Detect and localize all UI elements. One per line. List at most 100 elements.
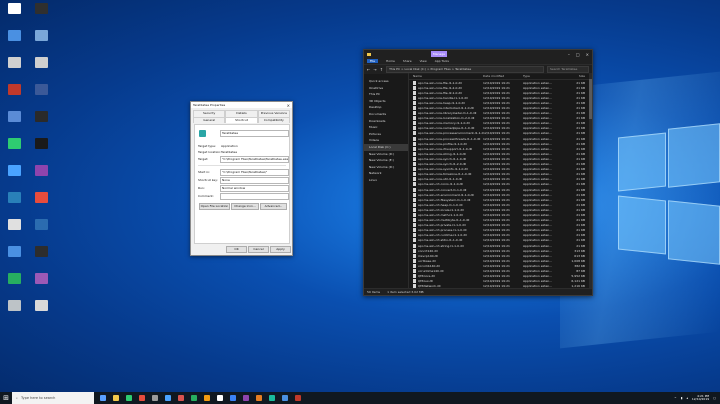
file-row[interactable]: api-ms-win-crt-filesystem-l1-1-0.dll 12/1… [409,197,592,202]
file-row[interactable]: api-ms-win-core-handle-l1-1-0.dll 12/10/2… [409,95,592,100]
file-row[interactable]: api-ms-win-core-namedpipe-l1-1-0.dll 12/1… [409,126,592,131]
file-row[interactable]: api-ms-win-core-rtlsupport-l1-1-0.dll 12/… [409,146,592,151]
start-button[interactable]: ⊞ [0,392,12,404]
desktop-icon[interactable] [0,84,28,96]
ok-button[interactable]: OK [226,246,247,253]
chevron-up-icon[interactable]: ^ [674,396,677,400]
file-row[interactable]: api-ms-win-crt-conio-l1-1-0.dll 12/10/201… [409,182,592,187]
file-row[interactable]: api-ms-win-crt-heap-l1-1-0.dll 12/10/2019… [409,202,592,207]
taskbar-app-icon[interactable] [243,395,249,401]
network-icon[interactable]: ▮ [681,396,683,400]
file-row[interactable]: api-ms-win-crt-runtime-l1-1-0.dll 12/10/2… [409,233,592,238]
file-row[interactable]: api-ms-win-crt-math-l1-1-0.dll 12/10/2019… [409,212,592,217]
taskbar-app-icon[interactable] [256,395,262,401]
name-field[interactable]: TeraDiatee [220,130,289,137]
file-row[interactable]: api-ms-win-core-processthreads-l1-1-0.dl… [409,136,592,141]
file-row[interactable]: api-ms-win-crt-environment-l1-1-0.dll 12/… [409,192,592,197]
file-row[interactable]: api-ms-win-core-processenvironment-l1-1-… [409,131,592,136]
taskbar-app-icon[interactable] [217,395,223,401]
nav-item[interactable]: New Volume (E:) [364,157,408,164]
ribbon-tab-share[interactable]: Share [403,59,412,63]
desktop-icon[interactable] [27,138,55,150]
taskbar-search[interactable]: ⌕ Type here to search [12,392,94,404]
nav-item[interactable]: Documents [364,111,408,118]
nav-item[interactable]: Linux [364,177,408,184]
start-in-field[interactable]: "C:\Program Files\TeraDiatee\" [220,169,289,176]
nav-item[interactable]: New Volume (D:) [364,151,408,158]
volume-icon[interactable]: ◂ [686,396,688,400]
desktop-icon[interactable] [0,219,28,231]
nav-item[interactable]: 3D Objects [364,98,408,105]
file-row[interactable]: api-ms-win-core-synch-l1-1-0.dll 12/10/20… [409,156,592,161]
open-file-location-button[interactable]: Open File Location [199,203,230,210]
desktop-icon[interactable] [27,165,55,177]
up-icon[interactable]: ↑ [380,67,383,72]
column-name[interactable]: Name [409,74,483,78]
file-row[interactable]: ucrtbase.dll 12/10/2019 19:21 Application … [409,258,592,263]
file-row[interactable]: api-ms-win-crt-string-l1-1-0.dll 12/10/20… [409,243,592,248]
file-row[interactable]: api-ms-win-crt-process-l1-1-0.dll 12/10/2… [409,228,592,233]
desktop-icon[interactable] [27,57,55,69]
desktop-icon[interactable] [0,57,28,69]
column-size[interactable]: Size [561,74,585,78]
nav-item[interactable]: Network [364,170,408,177]
nav-item[interactable]: This PC [364,91,408,98]
file-row[interactable]: api-ms-win-core-profile-l1-1-0.dll 12/10/… [409,141,592,146]
address-bar[interactable]: This PC > Local Disk (C:) > Program File… [386,66,544,73]
taskbar-app-icon[interactable] [269,395,275,401]
taskbar-app-icon[interactable] [230,395,236,401]
change-icon-button[interactable]: Change Icon... [231,203,259,210]
desktop-icon[interactable] [27,192,55,204]
file-row[interactable]: api-ms-win-core-interlocked-l1-1-0.dll 12… [409,105,592,111]
file-row[interactable]: api-ms-win-core-timezone-l1-1-0.dll 12/10… [409,172,592,177]
scrollbar-thumb[interactable] [589,79,592,119]
nav-item[interactable]: OneDrive [364,85,408,92]
target-field[interactable]: "C:\Program Files\TeraDiatee\TeraDiatee.… [220,156,289,163]
file-row[interactable]: api-ms-win-core-sysinfo-l1-1-0.dll 12/10/… [409,167,592,172]
file-row[interactable]: api-ms-win-core-libraryloader-l1-1-0.dll… [409,111,592,116]
desktop-icon[interactable] [27,111,55,123]
taskbar-app-icon[interactable] [152,395,158,401]
desktop-icon[interactable] [27,273,55,285]
shortcut-key-field[interactable]: None [220,177,289,184]
desktop-icon[interactable] [27,3,55,15]
desktop-icon[interactable] [27,246,55,258]
nav-item[interactable]: Quick access [364,78,408,85]
file-row[interactable]: vccorlib140.dll 12/10/2019 19:21 Applicati… [409,263,592,268]
back-icon[interactable]: ← [367,67,370,72]
file-row[interactable]: api-ms-win-crt-private-l1-1-0.dll 12/10/2… [409,223,592,228]
file-row[interactable]: api-ms-win-crt-multibyte-l1-1-0.dll 12/10… [409,218,592,223]
scrollbar[interactable] [589,73,592,289]
notifications-icon[interactable]: ▢ [713,396,716,400]
nav-item[interactable]: Desktop [364,104,408,111]
nav-item[interactable]: Pictures [364,131,408,138]
file-row[interactable]: msvcp140.dll 12/10/2019 19:21 Application … [409,253,592,258]
desktop-icon[interactable] [27,219,55,231]
taskbar-app-icon[interactable] [126,395,132,401]
ribbon-tab-home[interactable]: Home [386,59,395,63]
nav-item[interactable]: Music [364,124,408,131]
advanced-button[interactable]: Advanced... [260,203,287,210]
file-row[interactable]: api-ms-win-crt-convert-l1-1-0.dll 12/10/2… [409,187,592,192]
nav-item[interactable]: Downloads [364,118,408,125]
file-row[interactable]: concrt140.dll 12/10/2019 19:21 Application… [409,248,592,253]
file-row[interactable]: api-ms-win-core-util-l1-1-0.dll 12/10/201… [409,177,592,182]
file-row[interactable]: api-ms-win-core-localization-l1-2-0.dll 1… [409,116,592,121]
close-icon[interactable]: × [586,52,589,57]
file-row[interactable]: api-ms-win-core-file-l1-2-0.dll 12/10/201… [409,85,592,90]
file-row[interactable]: Qt5Gui.dll 12/10/2019 19:21 Application ex… [409,279,592,284]
apply-button[interactable]: Apply [270,246,291,253]
taskbar-app-icon[interactable] [113,395,119,401]
desktop-icon[interactable] [0,192,28,204]
file-row[interactable]: api-ms-win-core-string-l1-1-0.dll 12/10/2… [409,151,592,156]
ribbon-tab-view[interactable]: View [420,59,427,63]
file-row[interactable]: api-ms-win-core-synch-l1-2-0.dll 12/10/20… [409,162,592,167]
column-type[interactable]: Type [523,74,561,78]
file-row[interactable]: api-ms-win-core-heap-l1-1-0.dll 12/10/201… [409,100,592,105]
ribbon-tab-file[interactable]: File [367,59,379,63]
taskbar-app-icon[interactable] [139,395,145,401]
manage-tab[interactable]: Manage [431,51,447,57]
desktop-icon[interactable] [0,246,28,258]
comment-field[interactable] [220,193,289,200]
run-select[interactable]: Normal window [220,185,289,192]
